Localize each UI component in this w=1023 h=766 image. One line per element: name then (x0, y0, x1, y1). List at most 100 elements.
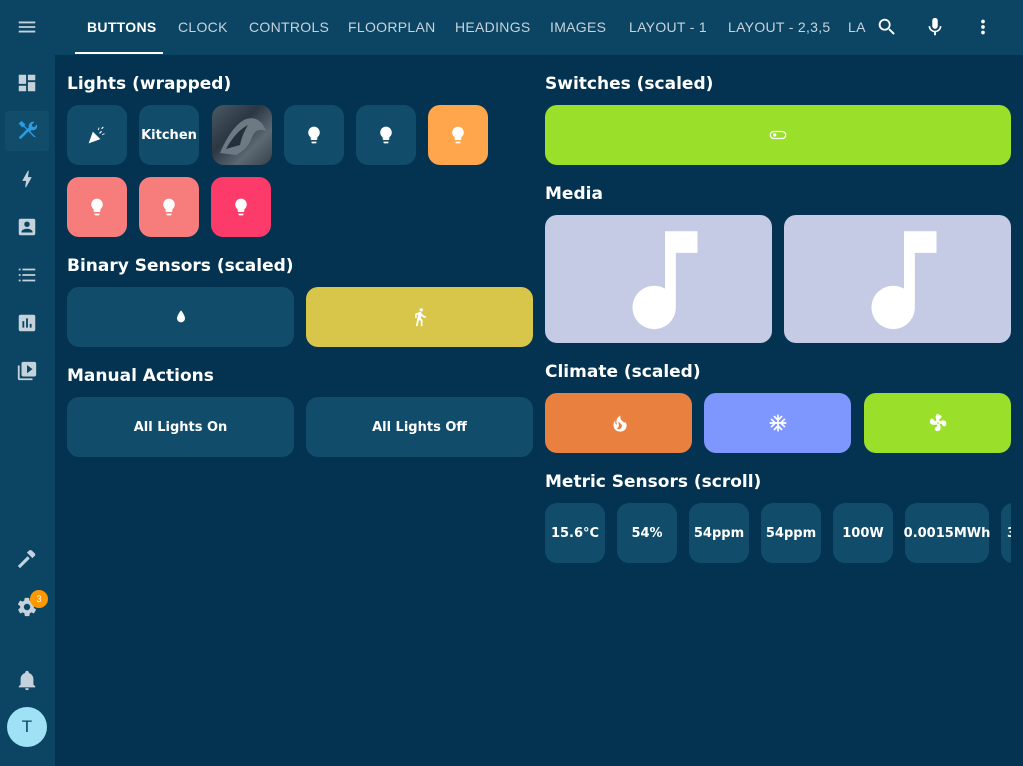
tab-buttons[interactable]: BUTTONS (87, 0, 157, 55)
all-lights-on-label: All Lights On (133, 419, 228, 435)
metric-tile-truncated[interactable]: 3 (1001, 503, 1011, 563)
contact-card-icon (18, 218, 36, 236)
all-lights-off-label: All Lights Off (372, 419, 467, 435)
switches-heading: Switches (scaled) (545, 74, 714, 94)
settings-badge: 3 (30, 590, 48, 608)
all-lights-on-button[interactable]: All Lights On (67, 397, 294, 457)
lightbulb-icon (380, 126, 392, 144)
lightbulb-icon (235, 198, 247, 216)
menu-button[interactable] (5, 7, 49, 47)
binary-sensor-motion[interactable] (306, 287, 533, 347)
climate-heading: Climate (scaled) (545, 362, 701, 382)
microphone-icon (928, 17, 942, 36)
metric-value: 0.0015MWh (903, 525, 991, 541)
media-tile-2[interactable] (784, 215, 1011, 343)
metric-tile-co2-1[interactable]: 54ppm (689, 503, 749, 563)
photo-image (220, 118, 266, 155)
assist-button[interactable] (921, 13, 949, 41)
tab-clock[interactable]: CLOCK (178, 0, 228, 55)
manual-actions-heading: Manual Actions (67, 366, 214, 386)
sidebar-item-overview[interactable] (5, 63, 49, 103)
climate-ac-tile[interactable] (864, 393, 1011, 453)
lightbulb-icon (163, 198, 175, 216)
media-heading: Media (545, 184, 603, 204)
sidebar-item-person[interactable] (5, 207, 49, 247)
toggle-switch-icon (769, 130, 787, 140)
music-note-icon (632, 231, 698, 330)
light-tile-party[interactable] (67, 105, 127, 165)
light-tile-bulb-2[interactable] (356, 105, 416, 165)
tab-floorplan[interactable]: FLOORPLAN (348, 0, 436, 55)
metric-tile-co2-2[interactable]: 54ppm (761, 503, 821, 563)
sidebar-item-developer[interactable] (5, 539, 49, 579)
kitchen-label: Kitchen (141, 127, 197, 143)
climate-cool-tile[interactable] (704, 393, 851, 453)
water-drop-icon (176, 310, 185, 323)
snowflake-icon (769, 414, 786, 432)
switch-tile[interactable] (545, 105, 1011, 165)
metric-tile-energy[interactable]: 0.0015MWh (903, 503, 991, 563)
metric-tile-power[interactable]: 100W (833, 503, 893, 563)
tab-controls[interactable]: CONTROLS (249, 0, 329, 55)
light-tile-bulb-salmon-2[interactable] (139, 177, 199, 237)
party-popper-icon (88, 126, 105, 144)
sidebar-item-media[interactable] (5, 351, 49, 391)
metric-value: 15.6°C (550, 525, 600, 541)
metric-value: 54ppm (765, 525, 817, 541)
metric-value: 3 (1007, 526, 1011, 541)
search-button[interactable] (873, 13, 901, 41)
avatar[interactable]: T (7, 707, 47, 747)
tab-images[interactable]: IMAGES (550, 0, 606, 55)
sidebar-item-logbook[interactable] (5, 255, 49, 295)
lights-heading: Lights (wrapped) (67, 74, 232, 94)
media-play-icon (17, 361, 37, 381)
view-tabs: BUTTONS CLOCK CONTROLS FLOORPLAN HEADING… (75, 0, 918, 55)
light-tile-bulb-pink[interactable] (211, 177, 271, 237)
sidebar-item-history[interactable] (5, 303, 49, 343)
walking-icon (414, 308, 426, 327)
hammer-icon (17, 550, 36, 569)
chart-icon (18, 314, 36, 332)
fire-icon (612, 415, 627, 432)
metric-sensors-scroller[interactable]: 15.6°C 54% 54ppm 54ppm 100W 0.0015MWh 3 (545, 503, 1011, 563)
sidebar-item-settings[interactable]: 3 (5, 587, 49, 627)
ac-fan-icon (929, 413, 946, 432)
binary-sensor-moisture[interactable] (67, 287, 294, 347)
tab-headings[interactable]: HEADINGS (455, 0, 531, 55)
light-tile-bulb-orange[interactable] (428, 105, 488, 165)
energy-icon (22, 170, 32, 188)
search-icon (878, 18, 895, 35)
light-tile-kitchen[interactable]: Kitchen (139, 105, 199, 165)
list-icon (18, 268, 36, 282)
lightbulb-icon (91, 198, 103, 216)
sidebar-item-notifications[interactable] (5, 660, 49, 700)
tab-layout-1[interactable]: LAYOUT - 1 (629, 0, 707, 55)
metric-sensors-heading: Metric Sensors (scroll) (545, 472, 762, 492)
light-tile-bulb-1[interactable] (284, 105, 344, 165)
music-note-icon (871, 231, 937, 330)
dashboard-icon (18, 74, 36, 92)
sidebar-item-energy[interactable] (5, 159, 49, 199)
metric-tile-humidity[interactable]: 54% (617, 503, 677, 563)
more-button[interactable] (969, 13, 997, 41)
metric-value: 54ppm (693, 525, 745, 541)
metric-tile-temperature[interactable]: 15.6°C (545, 503, 605, 563)
tab-layout-truncated[interactable]: LA (848, 0, 866, 55)
sidebar: 3 T (0, 0, 55, 766)
climate-heat-tile[interactable] (545, 393, 692, 453)
menu-icon (18, 21, 36, 33)
media-tile-1[interactable] (545, 215, 772, 343)
binary-sensors-heading: Binary Sensors (scaled) (67, 256, 294, 276)
light-tile-photo[interactable] (212, 105, 272, 165)
light-tile-bulb-salmon-1[interactable] (67, 177, 127, 237)
all-lights-off-button[interactable]: All Lights Off (306, 397, 533, 457)
active-tab-indicator (75, 52, 163, 54)
tab-layout-235[interactable]: LAYOUT - 2,3,5 (728, 0, 831, 55)
tools-icon (18, 120, 38, 140)
sidebar-item-tools[interactable] (5, 111, 49, 151)
metric-value: 54% (631, 525, 663, 541)
bell-icon (18, 670, 36, 691)
more-vertical-icon (981, 19, 985, 35)
lightbulb-icon (308, 126, 320, 144)
lightbulb-icon (452, 126, 464, 144)
